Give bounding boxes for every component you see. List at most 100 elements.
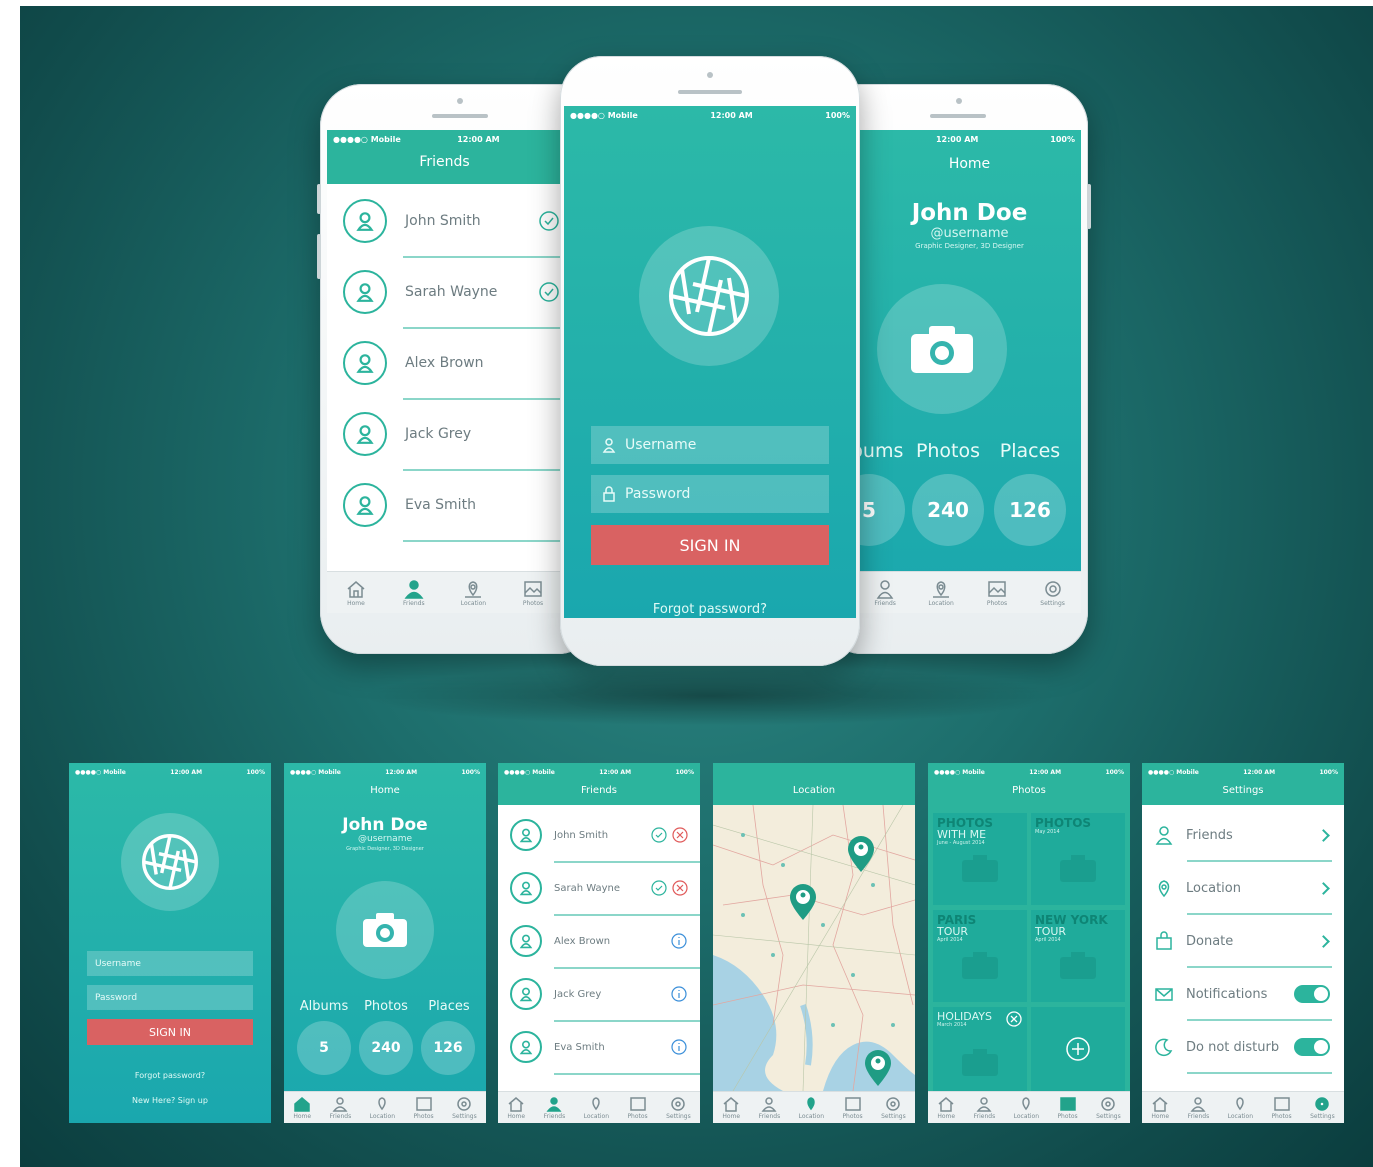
friend-row[interactable]: Jack Grey <box>327 407 562 461</box>
tab-settings[interactable]: Settings <box>881 1096 906 1120</box>
tab-friends[interactable]: Friends <box>1188 1096 1209 1120</box>
tab-photos[interactable]: Photos <box>986 579 1008 607</box>
stat-places-label: Places <box>428 999 470 1014</box>
sign-in-button[interactable]: SIGN IN <box>591 525 829 565</box>
image-icon <box>1273 1096 1290 1111</box>
album-tile[interactable]: NEW YORK TOUR April 2014 <box>1031 910 1125 1002</box>
tab-home[interactable]: Home <box>507 1096 525 1120</box>
user-icon <box>332 1096 348 1112</box>
mini-home-screen: ●●●●○ Mobile 12:00 AM 100% Home John Doe @… <box>284 763 486 1123</box>
album-tile[interactable]: PHOTOS WITH ME June - August 2014 <box>933 813 1027 905</box>
tab-location[interactable]: Location <box>799 1096 824 1120</box>
home-title: Home <box>948 156 991 172</box>
friend-row[interactable]: Sarah Wayne <box>327 265 562 319</box>
profile-photo[interactable] <box>877 284 1007 414</box>
stat-places[interactable]: 126 <box>421 1021 475 1075</box>
tab-settings[interactable]: Settings <box>452 1096 477 1120</box>
username-field[interactable]: Username <box>87 951 253 976</box>
map-pin-icon[interactable] <box>788 883 818 921</box>
friend-row[interactable]: Alex Brown <box>498 921 700 961</box>
map-pin-icon <box>592 1096 601 1110</box>
friend-row[interactable]: Alex Brown <box>327 336 562 390</box>
tab-location[interactable]: Location <box>584 1096 609 1120</box>
tab-friends[interactable]: Friends <box>759 1096 780 1120</box>
album-tile[interactable]: PARIS TOUR April 2014 <box>933 910 1027 1002</box>
avatar <box>510 1031 542 1063</box>
tab-photos[interactable]: Photos <box>1271 1096 1292 1120</box>
notifications-toggle[interactable] <box>1294 985 1330 1003</box>
do-not-disturb-toggle[interactable] <box>1294 1038 1330 1056</box>
sign-up-link[interactable]: New Here? Sign up <box>69 1096 271 1105</box>
profile-handle: @username <box>930 226 1009 241</box>
stat-albums[interactable]: 5 <box>297 1021 351 1075</box>
username-field[interactable]: Username <box>591 426 829 464</box>
tab-friends[interactable]: Friends <box>330 1096 351 1120</box>
stat-places[interactable]: 126 <box>994 474 1066 546</box>
settings-donate-row[interactable]: Donate <box>1142 921 1344 961</box>
image-icon <box>844 1096 861 1111</box>
friends-tabbar: Home Friends Location Photos <box>327 571 562 613</box>
sign-in-button[interactable]: SIGN IN <box>87 1019 253 1045</box>
image-icon <box>415 1096 432 1111</box>
tab-location[interactable]: Location <box>461 579 486 607</box>
tab-settings[interactable]: Settings <box>1310 1096 1335 1120</box>
friend-row[interactable]: Eva Smith <box>327 478 562 532</box>
forgot-password-link[interactable]: Forgot password? <box>564 602 856 617</box>
settings-friends-row[interactable]: Friends <box>1142 815 1344 855</box>
friend-row[interactable]: Eva Smith <box>498 1027 700 1067</box>
tab-home[interactable]: Home <box>1151 1096 1169 1120</box>
stat-photos-label: Photos <box>915 440 981 462</box>
info-icon[interactable] <box>670 1038 688 1056</box>
tab-home[interactable]: Home <box>293 1096 311 1120</box>
check-circle-icon[interactable] <box>538 210 560 232</box>
user-icon <box>602 438 616 453</box>
friend-row[interactable]: John Smith <box>327 194 562 248</box>
friend-row[interactable]: John Smith <box>498 815 700 855</box>
album-tile[interactable]: PHOTOS May 2014 <box>1031 813 1125 905</box>
gear-icon <box>1101 1096 1116 1111</box>
info-icon[interactable] <box>670 932 688 950</box>
settings-location-row[interactable]: Location <box>1142 868 1344 908</box>
tab-location[interactable]: Location <box>1014 1096 1039 1120</box>
tab-friends[interactable]: Friends <box>544 1096 565 1120</box>
tab-settings[interactable]: Settings <box>1040 579 1065 607</box>
tab-friends[interactable]: Friends <box>974 1096 995 1120</box>
stat-photos[interactable]: 240 <box>359 1021 413 1075</box>
tab-friends[interactable]: Friends <box>874 579 896 607</box>
gear-icon <box>1315 1096 1330 1111</box>
user-icon <box>519 828 533 843</box>
friend-row[interactable]: Jack Grey <box>498 974 700 1014</box>
tab-photos[interactable]: Photos <box>413 1096 434 1120</box>
tab-photos[interactable]: Photos <box>522 579 544 607</box>
map-pin-icon[interactable] <box>846 835 876 873</box>
tab-home[interactable]: Home <box>937 1096 955 1120</box>
login-screen: ●●●●○ Mobile 12:00 AM 100% Username Passwo… <box>564 106 856 618</box>
close-icon[interactable] <box>1006 1011 1022 1027</box>
password-field[interactable]: Password <box>591 475 829 513</box>
forgot-password-link[interactable]: Forgot password? <box>69 1071 271 1080</box>
check-circle-icon[interactable] <box>538 281 560 303</box>
accept-decline-icons[interactable] <box>650 879 690 897</box>
tab-photos[interactable]: Photos <box>1057 1096 1078 1120</box>
tab-photos[interactable]: Photos <box>842 1096 863 1120</box>
user-icon <box>356 283 374 302</box>
profile-photo[interactable] <box>336 881 434 979</box>
tab-home[interactable]: Home <box>345 579 367 607</box>
tab-settings[interactable]: Settings <box>1096 1096 1121 1120</box>
tab-home[interactable]: Home <box>722 1096 740 1120</box>
tab-location[interactable]: Location <box>928 579 954 607</box>
info-icon[interactable] <box>670 985 688 1003</box>
tab-location[interactable]: Location <box>370 1096 395 1120</box>
tab-settings[interactable]: Settings <box>666 1096 691 1120</box>
add-album-tile[interactable] <box>1031 1007 1125 1091</box>
password-field[interactable]: Password <box>87 985 253 1010</box>
tab-friends[interactable]: Friends <box>403 579 425 607</box>
tab-location[interactable]: Location <box>1228 1096 1253 1120</box>
friend-row[interactable]: Sarah Wayne <box>498 868 700 908</box>
image-icon <box>629 1096 646 1111</box>
stat-photos[interactable]: 240 <box>912 474 984 546</box>
accept-decline-icons[interactable] <box>650 826 690 844</box>
avatar <box>510 925 542 957</box>
map-pin-icon[interactable] <box>863 1049 893 1087</box>
tab-photos[interactable]: Photos <box>627 1096 648 1120</box>
